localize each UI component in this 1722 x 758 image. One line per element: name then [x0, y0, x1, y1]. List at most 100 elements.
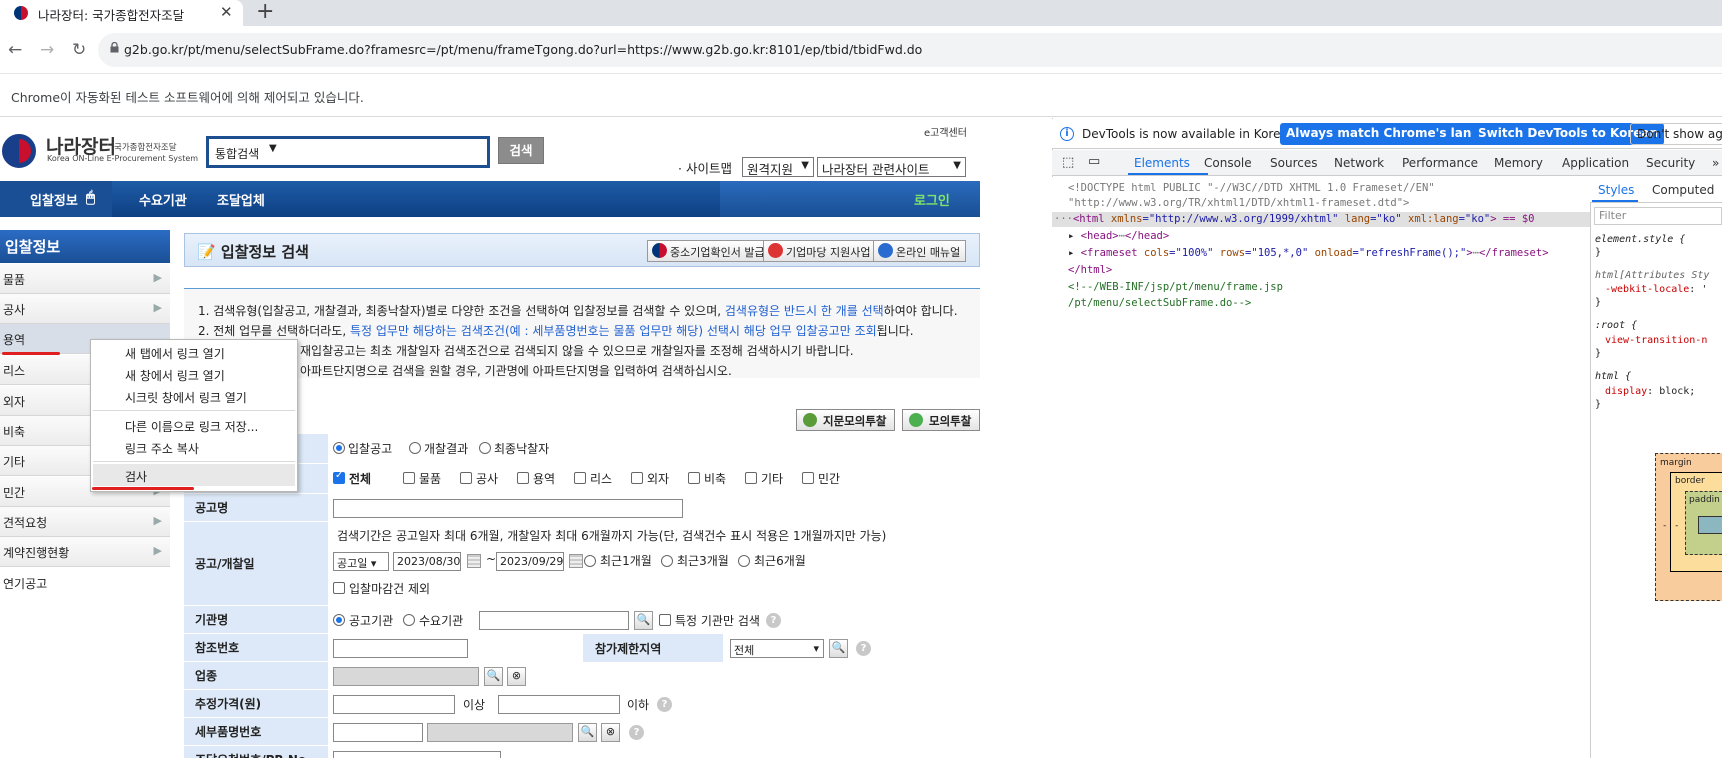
help-icon[interactable]: ? — [766, 613, 781, 628]
device-toolbar-icon[interactable]: ▭ — [1088, 154, 1100, 169]
menu-open-new-window[interactable]: 새 창에서 링크 열기 — [125, 367, 225, 384]
help-icon[interactable]: ? — [629, 725, 644, 740]
search-button[interactable]: 검색 — [498, 137, 544, 164]
ref-number-input[interactable] — [333, 639, 468, 658]
search-input[interactable]: 통합검색 ▼ — [206, 136, 490, 168]
fingerprint-mock-bid-button[interactable]: 지문모의투찰 — [796, 409, 896, 431]
gnb-demand-org[interactable]: 수요기관 — [139, 190, 187, 209]
left-nav-item-postponed[interactable]: 연기공고 — [0, 568, 170, 598]
menu-inspect[interactable]: 검사 — [125, 468, 147, 485]
help-icon[interactable]: ? — [657, 697, 672, 712]
mock-bid-button[interactable]: 모의투찰 — [902, 409, 981, 431]
related-sites-select[interactable]: 나라장터 관련사이트 ▼ — [817, 157, 966, 177]
radio-range-6m[interactable] — [738, 555, 750, 567]
menu-save-link[interactable]: 다른 이름으로 링크 저장... — [125, 418, 258, 435]
style-rule[interactable]: element.style { — [1595, 234, 1685, 245]
sme-cert-button[interactable]: 중소기업확인서 발급 — [647, 240, 771, 262]
checkbox-exclude-deadline[interactable] — [333, 582, 345, 594]
gnb-supplier[interactable]: 조달업체 — [217, 190, 265, 209]
tab-application[interactable]: Application — [1562, 156, 1629, 170]
tab-sources[interactable]: Sources — [1270, 156, 1317, 170]
menu-open-new-tab[interactable]: 새 탭에서 링크 열기 — [125, 345, 225, 362]
tab-elements[interactable]: Elements — [1134, 156, 1190, 170]
menu-copy-link[interactable]: 링크 주소 복사 — [125, 440, 199, 457]
radio-range-1m[interactable] — [584, 555, 596, 567]
region-select[interactable]: 전체 ▾ — [730, 639, 824, 658]
price-max-input[interactable] — [498, 695, 620, 714]
url-text[interactable]: g2b.go.kr/pt/menu/selectSubFrame.do?fram… — [124, 42, 922, 57]
dont-show-again-button[interactable]: Don't show again — [1630, 123, 1722, 145]
inspect-element-icon[interactable]: ⬚ — [1062, 155, 1074, 170]
html-close[interactable]: </html> — [1068, 264, 1112, 276]
checkbox-other[interactable] — [745, 472, 757, 484]
search-type-select[interactable]: 통합검색 — [215, 145, 259, 162]
clear-icon[interactable]: ⊗ — [507, 667, 526, 686]
pr-no-input[interactable] — [333, 751, 501, 758]
search-icon[interactable]: 🔍 — [829, 639, 848, 658]
doctype-line[interactable]: <!DOCTYPE html PUBLIC "-//W3C//DTD XHTML… — [1068, 182, 1435, 194]
tab-memory[interactable]: Memory — [1494, 156, 1543, 170]
close-tab-icon[interactable]: ✕ — [220, 3, 233, 21]
tab-network[interactable]: Network — [1334, 156, 1384, 170]
checkbox-lease[interactable] — [574, 472, 586, 484]
radio-notice-org[interactable] — [333, 614, 345, 626]
notice-name-input[interactable] — [333, 499, 683, 518]
doctype-line-2[interactable]: "http://www.w3.org/TR/xhtml1/DTD/xhtml1-… — [1068, 197, 1409, 209]
sitemap-link[interactable]: · 사이트맵 — [678, 158, 732, 177]
left-nav-item-contract[interactable]: 계약진행현황 ▶ — [0, 537, 170, 567]
tab-security[interactable]: Security — [1646, 156, 1695, 170]
radio-demand-org[interactable] — [403, 614, 415, 626]
checkbox-service[interactable] — [517, 472, 529, 484]
checkbox-goods[interactable] — [403, 472, 415, 484]
head-node[interactable]: ▸ <head>⋯</head> — [1068, 230, 1169, 242]
radio-opening-result[interactable] — [409, 442, 421, 454]
biz-support-button[interactable]: 기업마당 지원사업 — [763, 240, 877, 262]
radio-range-3m[interactable] — [661, 555, 673, 567]
tab-performance[interactable]: Performance — [1402, 156, 1478, 170]
comment-line-2[interactable]: /pt/menu/selectSubFrame.do--> — [1068, 297, 1251, 309]
radio-bid-notice[interactable] — [333, 442, 345, 454]
selector[interactable]: html { — [1595, 371, 1631, 382]
more-tabs-icon[interactable]: » — [1712, 156, 1719, 170]
price-min-input[interactable] — [333, 695, 455, 714]
gnb-bid-info[interactable]: 입찰정보 — [30, 190, 78, 209]
selector[interactable]: html[Attributes Sty — [1595, 270, 1709, 281]
item-no-input[interactable] — [333, 723, 423, 742]
reload-icon[interactable]: ↻ — [72, 40, 86, 60]
search-icon[interactable]: 🔍 — [484, 667, 503, 686]
html-node[interactable]: ···<html xmlns="http://www.w3.org/1999/x… — [1054, 213, 1534, 225]
checkbox-stockpile[interactable] — [688, 472, 700, 484]
radio-final-winner[interactable] — [479, 442, 491, 454]
style-decl[interactable]: display: block; — [1605, 386, 1695, 397]
online-manual-button[interactable]: 온라인 매뉴얼 — [873, 240, 967, 262]
ecenter-link[interactable]: e고객센터 — [924, 124, 967, 139]
login-link[interactable]: 로그인 — [914, 190, 950, 209]
tab-computed[interactable]: Computed — [1652, 183, 1714, 197]
checkbox-foreign[interactable] — [631, 472, 643, 484]
search-icon[interactable]: 🔍 — [634, 611, 653, 630]
back-arrow-icon[interactable]: ← — [8, 40, 22, 60]
selector[interactable]: :root { — [1595, 320, 1637, 331]
new-tab-button[interactable]: + — [256, 0, 274, 24]
left-nav-item-goods[interactable]: 물품 ▶ — [0, 264, 170, 294]
tab-styles[interactable]: Styles — [1598, 183, 1634, 197]
menu-open-incognito[interactable]: 시크릿 창에서 링크 열기 — [125, 389, 247, 406]
browser-tab[interactable]: 나라장터: 국가종합전자조달 ✕ — [0, 0, 243, 26]
forward-arrow-icon[interactable]: → — [40, 40, 54, 60]
comment-line[interactable]: <!--/WEB-INF/jsp/pt/menu/frame.jsp — [1068, 281, 1283, 293]
date-type-select[interactable]: 공고일 ▾ — [333, 552, 389, 571]
checkbox-construction[interactable] — [460, 472, 472, 484]
address-bar[interactable]: g2b.go.kr/pt/menu/selectSubFrame.do?fram… — [98, 33, 1722, 67]
remote-support-select[interactable]: 원격지원 ▼ — [742, 157, 814, 177]
left-nav-item-quote[interactable]: 견적요청 ▶ — [0, 507, 170, 537]
clear-icon[interactable]: ⊗ — [601, 723, 620, 742]
org-name-input[interactable] — [479, 611, 629, 630]
checkbox-specific-org[interactable] — [659, 614, 671, 626]
g2b-logo-icon[interactable] — [2, 134, 36, 168]
help-icon[interactable]: ? — [856, 641, 871, 656]
calendar-icon[interactable] — [467, 554, 481, 568]
frameset-node[interactable]: ▸ <frameset cols="100%" rows="105,*,0" o… — [1068, 247, 1549, 259]
checkbox-all[interactable] — [333, 470, 345, 484]
search-icon[interactable]: 🔍 — [578, 723, 597, 742]
calendar-icon[interactable] — [569, 554, 583, 568]
